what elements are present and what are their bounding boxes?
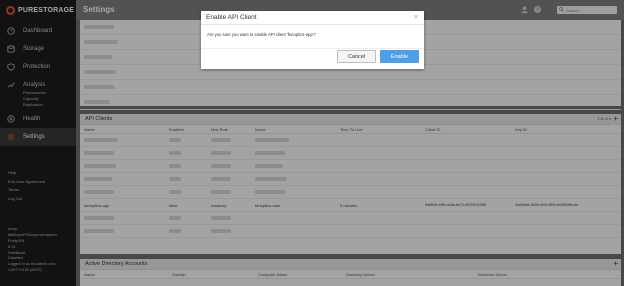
divider xyxy=(201,48,424,49)
enable-button[interactable]: Enable xyxy=(380,50,419,63)
enable-api-client-dialog: Enable API Client × Are you sure you wan… xyxy=(201,11,424,69)
dialog-message: Are you sure you want to enable API clie… xyxy=(207,32,316,37)
cancel-button[interactable]: Cancel xyxy=(337,50,376,63)
divider xyxy=(201,24,424,25)
dialog-title: Enable API Client xyxy=(206,14,257,21)
close-icon[interactable]: × xyxy=(414,14,418,21)
